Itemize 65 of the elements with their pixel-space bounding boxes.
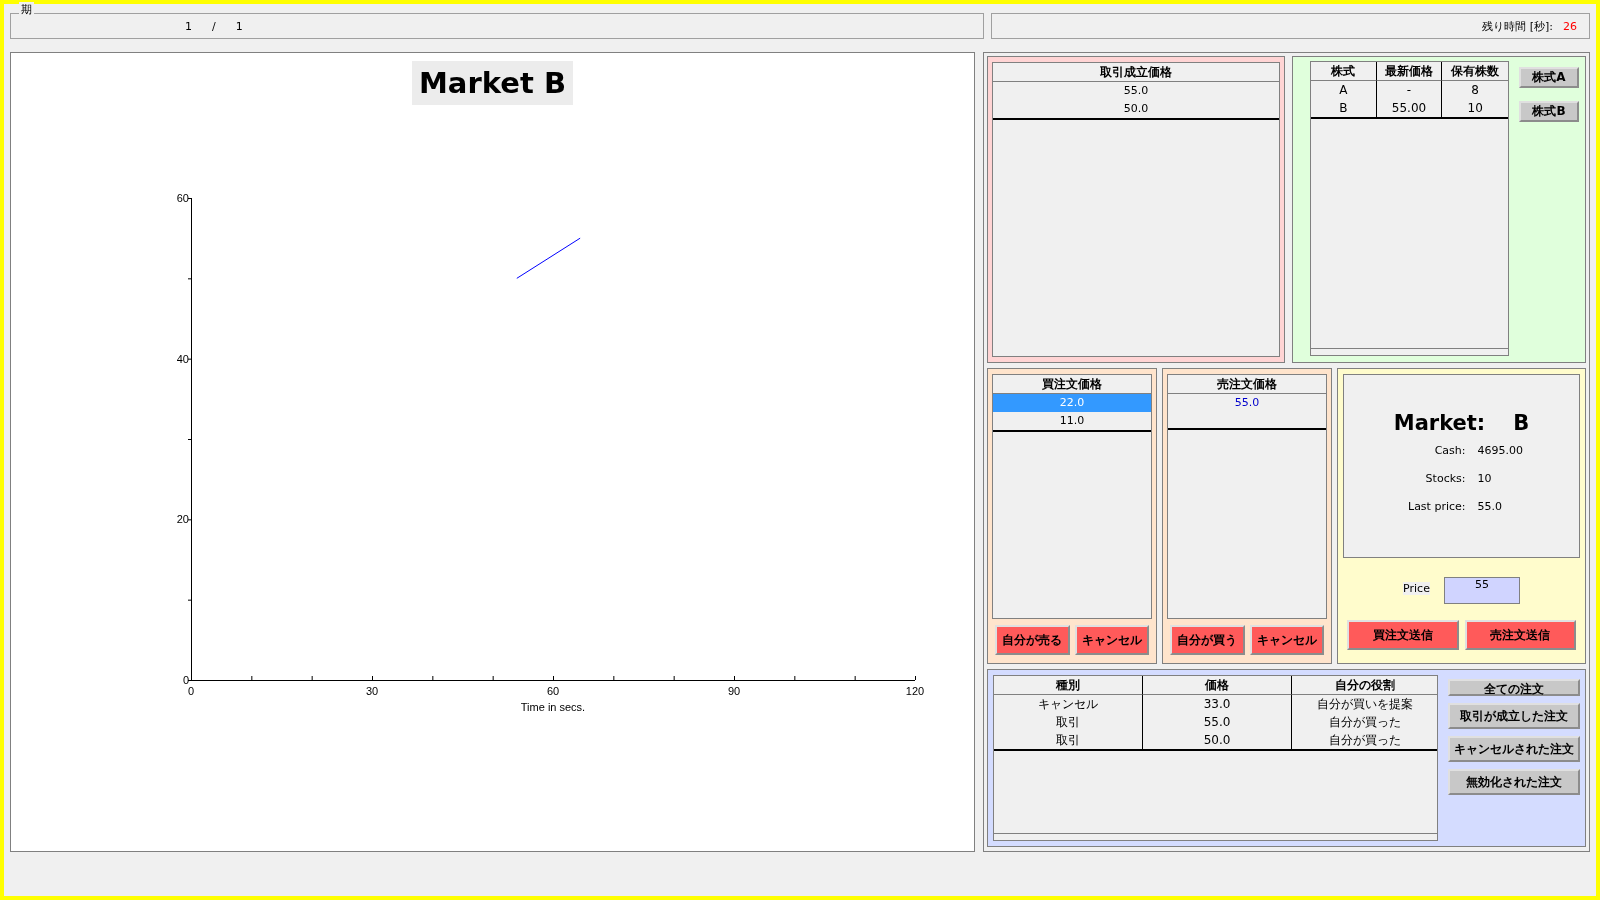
x-tick-label: 0 xyxy=(187,685,195,697)
button[interactable]: キャンセル xyxy=(1074,625,1149,655)
button[interactable]: 自分が売る xyxy=(995,625,1070,655)
stat-value: 4695.00 xyxy=(1477,444,1524,459)
table-cell-text: 自分が買いを提案 xyxy=(1315,696,1414,713)
chart-title: Market B xyxy=(412,61,573,105)
button[interactable]: 株式A xyxy=(1519,67,1579,88)
table-cell: 取引 xyxy=(994,713,1143,731)
column-header: 取引成立価格 xyxy=(993,63,1279,82)
button[interactable]: キャンセル xyxy=(1249,625,1324,655)
x-tick-label: 90 xyxy=(727,685,741,697)
button[interactable]: 買注文送信 xyxy=(1347,620,1459,650)
period-label: 期 xyxy=(19,2,34,17)
column-header: 保有株数 xyxy=(1442,62,1508,81)
column-header: 種別 xyxy=(994,676,1143,695)
x-tick-label: 30 xyxy=(365,685,379,697)
table-cell: キャンセル xyxy=(994,695,1143,713)
button[interactable]: 無効化された注文 xyxy=(1448,769,1580,795)
table-cell-text: 8 xyxy=(1470,82,1480,99)
table-cell: 55.0 xyxy=(1143,713,1292,731)
list-item: 55.0 xyxy=(1122,83,1150,99)
price-field[interactable]: 55 xyxy=(1443,577,1520,604)
period-separator: / xyxy=(212,20,216,33)
timer-value: 26 xyxy=(1563,19,1577,33)
button[interactable]: キャンセルされた注文 xyxy=(1448,736,1580,762)
column-header: 最新価格 xyxy=(1376,62,1443,81)
button[interactable]: 取引が成立した注文 xyxy=(1448,703,1580,729)
stat-value: 10 xyxy=(1477,472,1493,487)
y-tick-label: 60 xyxy=(176,192,189,204)
column-header: 株式 xyxy=(1311,62,1377,81)
table-cell-text: 自分が買った xyxy=(1327,714,1402,731)
column-header: 価格 xyxy=(1143,676,1292,695)
stat-value: 55.0 xyxy=(1477,500,1503,515)
x-axis-label: Time in secs. xyxy=(520,701,586,713)
period-current: 1 xyxy=(185,20,192,33)
table-cell: 33.0 xyxy=(1143,695,1292,713)
list-item: 50.0 xyxy=(1122,101,1150,117)
period-total: 1 xyxy=(235,20,243,33)
stat-label: Stocks: xyxy=(1424,472,1466,487)
table-cell: A xyxy=(1311,81,1377,99)
table-cell-text: 自分が買った xyxy=(1327,732,1402,749)
button[interactable]: 全ての注文 xyxy=(1448,679,1580,696)
table-cell: 取引 xyxy=(994,731,1143,749)
table-cell: - xyxy=(1376,81,1443,99)
market-label: Market: xyxy=(1393,411,1486,435)
button[interactable]: 売注文送信 xyxy=(1464,620,1576,650)
price-label: Price xyxy=(1403,582,1430,595)
column-header: 自分の役割 xyxy=(1292,676,1437,695)
table-cell-text: 10 xyxy=(1466,100,1484,117)
order-item[interactable]: 55.0 xyxy=(1168,394,1326,412)
order-item[interactable]: 11.0 xyxy=(993,412,1151,430)
table-cell: B xyxy=(1311,99,1377,117)
market-name: B xyxy=(1513,411,1530,435)
y-tick-label: 40 xyxy=(176,352,189,365)
y-tick-label: 20 xyxy=(176,513,189,526)
timer-label: 残り時間 [秒]: xyxy=(1482,18,1553,34)
button[interactable]: 自分が買う xyxy=(1170,625,1245,655)
column-header: 売注文価格 xyxy=(1168,375,1326,394)
stat-label: Cash: xyxy=(1433,444,1466,459)
table-cell: 50.0 xyxy=(1143,731,1292,749)
stat-label: Last price: xyxy=(1407,500,1466,515)
x-tick-label: 60 xyxy=(546,685,560,697)
button[interactable]: 株式B xyxy=(1519,101,1579,122)
x-tick-label: 120 xyxy=(905,685,925,697)
table-cell: 55.00 xyxy=(1376,99,1443,117)
